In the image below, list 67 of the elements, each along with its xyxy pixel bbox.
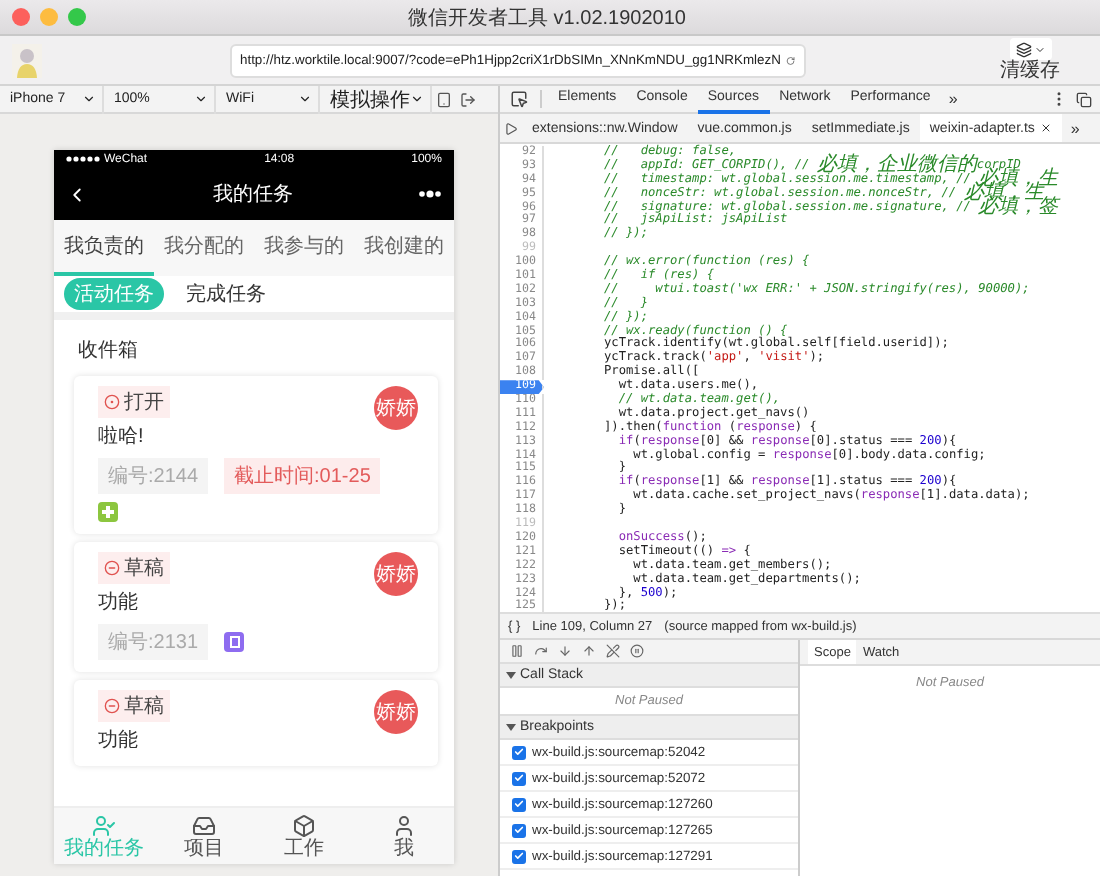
more-tabs[interactable]: » [940, 90, 966, 108]
task-tab[interactable]: 我创建的 [354, 220, 454, 276]
cube-icon [292, 813, 316, 837]
dropdown[interactable]: 模拟操作 [320, 85, 432, 113]
inspect-icon[interactable] [510, 90, 528, 108]
exit-icon[interactable] [460, 91, 476, 107]
filter-chip[interactable]: 完成任务 [176, 278, 276, 310]
due-date-tag: 截止时间:01-25 [224, 458, 381, 494]
dock-icon[interactable] [1076, 91, 1092, 107]
checkbox[interactable] [512, 849, 526, 863]
layers-icon [1015, 41, 1031, 57]
checkbox[interactable] [512, 823, 526, 837]
number-tag: 编号:2144 [98, 458, 209, 494]
bottom-tab[interactable]: 项目 [154, 808, 254, 864]
bottom-tab[interactable]: 我 [354, 808, 454, 864]
inbox-icon [192, 813, 216, 837]
checkbox[interactable] [512, 745, 526, 759]
avatar: 娇娇 [374, 552, 418, 596]
more-files[interactable]: » [1062, 119, 1088, 137]
avatar: 娇娇 [374, 690, 418, 734]
more-icon[interactable] [418, 190, 442, 198]
close-icon[interactable] [1040, 122, 1053, 134]
bottom-tab[interactable]: 工作 [254, 808, 354, 864]
caret-icon [298, 92, 312, 106]
step-into-icon[interactable] [558, 644, 572, 658]
signal-icon [66, 156, 100, 162]
step-out-icon[interactable] [582, 644, 596, 658]
cache-button[interactable] [1009, 38, 1051, 60]
caret-icon [1033, 43, 1045, 55]
status-tag: 草稿 [98, 552, 170, 584]
checkbox[interactable] [512, 797, 526, 811]
task-card[interactable]: 打开 娇娇 啦哈! 编号:2144 截止时间:01-25 [74, 376, 438, 534]
triangle-icon [506, 722, 516, 732]
task-tab[interactable]: 我参与的 [254, 220, 354, 276]
person-check-icon [92, 813, 116, 837]
status-tag: 草稿 [98, 690, 170, 722]
status-open-icon [104, 394, 120, 410]
screen-icon[interactable] [436, 91, 452, 107]
reload-icon[interactable] [786, 53, 796, 67]
task-card[interactable]: 草稿 娇娇 功能 编号:2131 [74, 542, 438, 672]
caret-icon [82, 92, 96, 106]
status-draft-icon [104, 698, 120, 714]
navigator-icon[interactable] [504, 121, 518, 135]
status-draft-icon [104, 560, 120, 576]
checkbox[interactable] [512, 771, 526, 785]
caret-icon [194, 92, 208, 106]
pause-exceptions-icon[interactable] [630, 644, 644, 658]
filter-chip[interactable]: 活动任务 [64, 278, 164, 310]
number-tag: 编号:2131 [98, 624, 209, 660]
window-title: 微信开发者工具 v1.02.1902010 [406, 5, 688, 31]
deactivate-icon[interactable] [606, 644, 620, 658]
section-title: 收件箱 [78, 338, 140, 364]
bottom-tab[interactable]: 我的任务 [54, 808, 154, 864]
avatar: 娇娇 [374, 386, 418, 430]
nav-title: 我的任务 [213, 181, 293, 208]
task-tab[interactable]: 我分配的 [154, 220, 254, 276]
person-icon [392, 813, 416, 837]
task-card[interactable]: 草稿 娇娇 功能 [74, 680, 438, 766]
task-title: 功能 [98, 727, 140, 754]
status-tag: 打开 [98, 386, 170, 418]
caret-icon [410, 92, 424, 106]
pause-icon[interactable] [510, 644, 524, 658]
triangle-icon [506, 670, 516, 680]
task-title: 啦哈! [98, 423, 146, 450]
task-title: 功能 [98, 589, 140, 616]
cache-label: 清缓存 [1000, 60, 1060, 82]
step-over-icon[interactable] [534, 644, 548, 658]
